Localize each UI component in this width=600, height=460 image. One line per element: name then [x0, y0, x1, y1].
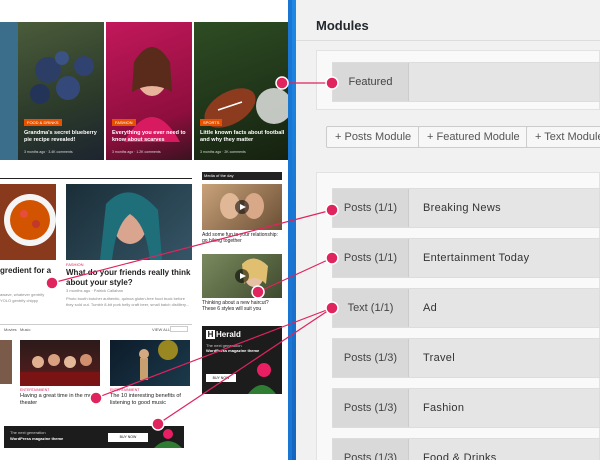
- media-widget-title: Media of the day: [202, 172, 282, 180]
- module-row-featured[interactable]: Featured: [332, 62, 600, 102]
- feature-meta: 3 months ago · Patrick Callahan: [66, 288, 123, 293]
- add-featured-module-button[interactable]: + Featured Module: [418, 126, 529, 148]
- feature-excerpt: Photo booth butcher authentic, quinoa gl…: [66, 296, 190, 307]
- post-title-partial[interactable]: gredient for a: [0, 266, 58, 275]
- divider: [0, 324, 192, 325]
- media-item-1-title[interactable]: Add some fun to your relationship: go hi…: [202, 232, 282, 244]
- grid-item-partial-image[interactable]: [0, 340, 12, 384]
- screen: FOOD & DRINKS Grandma's secret blueberry…: [0, 0, 600, 460]
- add-text-module-button[interactable]: + Text Module: [526, 126, 600, 148]
- haircut-image: [235, 258, 268, 287]
- grid-item-2-image[interactable]: [110, 340, 190, 386]
- grid-item-2-tag: ENTERTAINMENT: [110, 388, 140, 392]
- site-preview: FOOD & DRINKS Grandma's secret blueberry…: [0, 0, 292, 460]
- divider: [296, 40, 600, 41]
- feature-title[interactable]: What do your friends really think about …: [66, 268, 192, 288]
- ad-widget[interactable]: H Herald The next generation WordPress m…: [202, 326, 282, 394]
- module-title: Fashion: [423, 402, 465, 414]
- module-title: Breaking News: [423, 202, 501, 214]
- slide-tag: FASHION: [112, 119, 136, 126]
- module-row-ad[interactable]: Text (1/1) Ad: [332, 288, 600, 328]
- slide-tag: FOOD & DRINKS: [24, 119, 62, 126]
- slide-meta: 3 months ago · 2K comments: [200, 150, 246, 154]
- panel-title: Modules: [316, 18, 369, 33]
- panel-header: Modules: [296, 0, 600, 50]
- module-row-breaking-news[interactable]: Posts (1/1) Breaking News: [332, 188, 600, 228]
- ad-buy-button[interactable]: BUY NOW: [206, 374, 236, 382]
- post-excerpt-partial: awave, whatever gentrify YOLO gentrify c…: [0, 292, 45, 303]
- herald-logo-icon: H: [206, 330, 215, 339]
- couple-image: [220, 193, 264, 219]
- media-item-2-image[interactable]: [202, 254, 282, 298]
- module-type: Posts (1/1): [333, 239, 409, 277]
- theater-image: [20, 354, 100, 386]
- module-title: Ad: [423, 302, 438, 314]
- slide-meta: 3 months ago · 1.2K comments: [112, 150, 161, 154]
- module-type: Text (1/1): [333, 289, 409, 327]
- pasta-image[interactable]: [0, 184, 56, 260]
- module-row-entertainment-today[interactable]: Posts (1/1) Entertainment Today: [332, 238, 600, 278]
- slide-caption[interactable]: Grandma's secret blueberry pie recipe re…: [24, 130, 98, 144]
- food-icon: [4, 194, 56, 246]
- banner-buy-button[interactable]: BUY NOW: [108, 433, 148, 442]
- module-row-fashion[interactable]: Posts (1/3) Fashion: [332, 388, 600, 428]
- module-type: Featured: [333, 63, 409, 101]
- slide-1[interactable]: FOOD & DRINKS Grandma's secret blueberry…: [18, 22, 104, 160]
- concert-image: [139, 340, 178, 380]
- slide-3[interactable]: SPORTS Little known facts about football…: [194, 22, 288, 160]
- module-type: Posts (1/1): [333, 189, 409, 227]
- slide-tag: SPORTS: [200, 119, 223, 126]
- feature-image[interactable]: [66, 184, 192, 260]
- slide-partial[interactable]: [0, 22, 18, 160]
- bottom-banner[interactable]: The next generation WordPress magazine t…: [4, 426, 184, 448]
- slide-meta: 3 months ago · 3.4K comments: [24, 150, 73, 154]
- module-type: Posts (1/3): [333, 339, 409, 377]
- module-type: Posts (1/3): [333, 439, 409, 460]
- flowers-icon: [154, 429, 182, 448]
- slide-2[interactable]: FASHION Everything you ever need to know…: [106, 22, 192, 160]
- modules-panel: Modules Featured + Posts Module + Featur…: [296, 0, 600, 460]
- divider: [0, 178, 192, 179]
- feature-tag: FASHION: [66, 262, 84, 267]
- portrait-image: [100, 192, 162, 260]
- grid-item-2-title[interactable]: The 10 interesting benefits of listening…: [110, 393, 192, 407]
- module-title: Entertainment Today: [423, 252, 530, 264]
- module-row-travel[interactable]: Posts (1/3) Travel: [332, 338, 600, 378]
- grid-item-1-image[interactable]: [20, 340, 100, 386]
- view-all-link[interactable]: VIEW ALL: [152, 327, 170, 332]
- media-item-1-image[interactable]: [202, 184, 282, 230]
- flowers-icon: [248, 363, 276, 394]
- slide-caption[interactable]: Little known facts about football and wh…: [200, 130, 286, 144]
- module-title: Food & Drinks: [423, 452, 497, 460]
- tab-music[interactable]: Music: [20, 327, 30, 332]
- add-posts-module-button[interactable]: + Posts Module: [326, 126, 421, 148]
- ad-line-2: WordPress magazine theme: [206, 348, 260, 353]
- ad-logo: Herald: [216, 330, 241, 339]
- tab-movies[interactable]: Movies: [4, 327, 17, 332]
- slide-caption[interactable]: Everything you ever need to know about s…: [112, 130, 186, 144]
- media-item-2-title[interactable]: Thinking about a new haircut? These 6 st…: [202, 300, 282, 312]
- module-title: Travel: [423, 352, 455, 364]
- grid-item-1-tag: ENTERTAINMENT: [20, 388, 50, 392]
- banner-line-1: The next generation: [10, 430, 46, 435]
- grid-item-1-title[interactable]: Having a great time in the movie theater: [20, 393, 102, 407]
- section-pager[interactable]: [170, 326, 188, 332]
- module-row-food-drinks[interactable]: Posts (1/3) Food & Drinks: [332, 438, 600, 460]
- banner-line-2: WordPress magazine theme: [10, 436, 64, 441]
- module-type: Posts (1/3): [333, 389, 409, 427]
